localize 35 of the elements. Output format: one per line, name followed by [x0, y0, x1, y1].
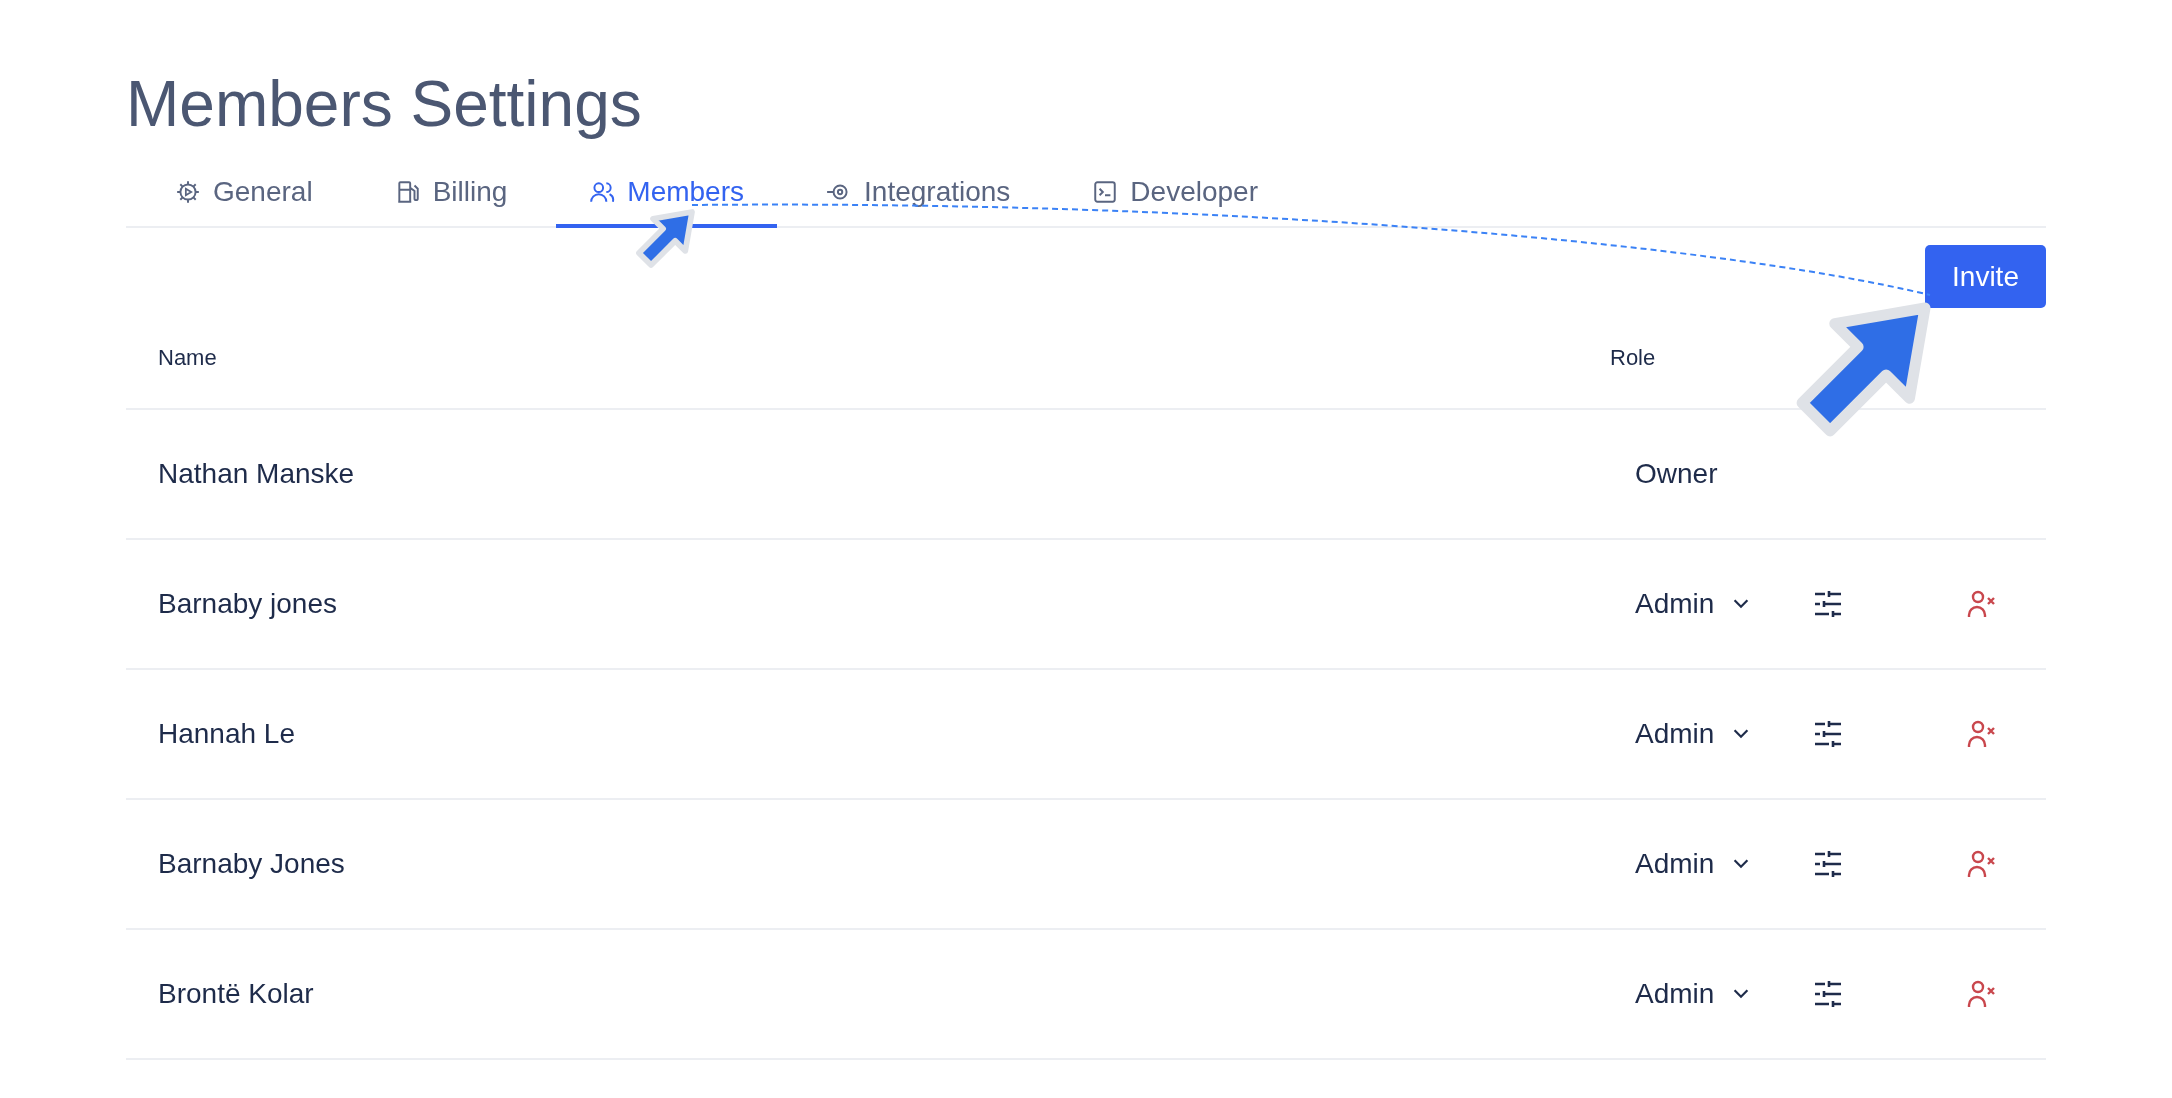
tab[interactable]: Billing [361, 160, 541, 228]
invite-button[interactable]: Invite [1925, 245, 2046, 308]
cursor-icon [1796, 302, 1931, 437]
member-name: Brontë Kolar [158, 978, 315, 1010]
terminal-icon [1092, 179, 1119, 205]
tab[interactable]: Developer [1059, 160, 1291, 228]
remove-member-button[interactable] [1967, 980, 1997, 1008]
column-header: Name [158, 345, 218, 371]
remove-member-button[interactable] [1967, 590, 1997, 618]
cursor-icon [636, 209, 695, 268]
users-icon [589, 179, 616, 205]
member-name: Barnaby Jones [158, 848, 346, 880]
role-dropdown[interactable]: Admin [1610, 972, 1753, 1016]
role-label: Owner [1634, 458, 1719, 490]
sliders-icon [1814, 980, 1842, 1008]
role-dropdown[interactable]: Admin [1610, 582, 1753, 626]
role-dropdown[interactable]: Admin [1610, 712, 1753, 756]
sliders-icon [1814, 590, 1842, 618]
tab[interactable]: Integrations [793, 160, 1044, 228]
sliders-icon [1814, 720, 1842, 748]
role-dropdown[interactable]: Admin [1610, 842, 1753, 886]
user-remove-icon [1967, 850, 1997, 878]
page-title: Members Settings [126, 67, 643, 142]
user-remove-icon [1967, 980, 1997, 1008]
remove-member-button[interactable] [1967, 720, 1997, 748]
column-header: Role [1610, 345, 1657, 371]
sliders-icon [1814, 850, 1842, 878]
user-remove-icon [1967, 720, 1997, 748]
member-name: Hannah Le [158, 718, 296, 750]
member-name: Barnaby jones [158, 588, 338, 620]
user-remove-icon [1967, 590, 1997, 618]
member-name: Nathan Manske [158, 458, 356, 490]
tab[interactable]: General [142, 160, 346, 228]
gear-icon [175, 179, 201, 205]
remove-member-button[interactable] [1967, 850, 1997, 878]
